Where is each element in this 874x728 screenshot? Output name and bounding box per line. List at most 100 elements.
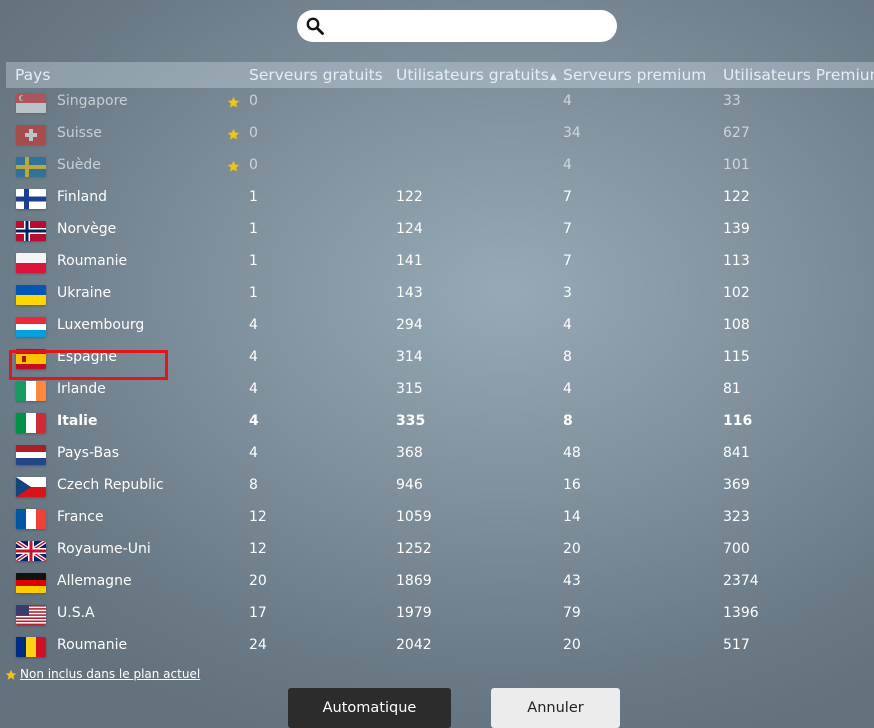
free-servers-value: 8 <box>249 477 258 493</box>
premium-users-value: 81 <box>723 381 741 397</box>
ukraine-flag-icon <box>16 285 46 305</box>
country-row[interactable]: Ukraine 1 143 3 102 <box>0 281 874 313</box>
free-servers-value: 1 <box>249 253 258 269</box>
country-row[interactable]: Czech Republic 8 946 16 369 <box>0 473 874 505</box>
column-header-premium-users[interactable]: Utilisateurs Premium <box>723 66 874 84</box>
free-servers-value: 12 <box>249 541 267 557</box>
star-icon <box>227 160 240 172</box>
country-row[interactable]: Pays-Bas 4 368 48 841 <box>0 441 874 473</box>
country-row[interactable]: Norvège 1 124 7 139 <box>0 217 874 249</box>
table-header: Pays Serveurs gratuits Utilisateurs grat… <box>6 62 874 88</box>
premium-users-value: 627 <box>723 125 750 141</box>
premium-users-value: 841 <box>723 445 750 461</box>
country-name: Finland <box>57 189 108 205</box>
free-users-value: 294 <box>396 317 423 333</box>
country-name: Irlande <box>57 381 106 397</box>
premium-servers-value: 14 <box>563 509 581 525</box>
free-servers-value: 4 <box>249 445 258 461</box>
sort-ascending-icon: ▲ <box>549 72 557 82</box>
germany-flag-icon <box>16 573 46 593</box>
country-name: Italie <box>57 413 98 429</box>
header-title-remnant <box>360 0 520 15</box>
country-row[interactable]: U.S.A 17 1979 79 1396 <box>0 601 874 633</box>
country-name: Luxembourg <box>57 317 145 333</box>
premium-servers-value: 8 <box>563 349 572 365</box>
premium-users-value: 116 <box>723 413 753 429</box>
free-servers-value: 12 <box>249 509 267 525</box>
premium-users-value: 517 <box>723 637 750 653</box>
premium-servers-value: 4 <box>563 317 572 333</box>
singapore-flag-icon <box>16 93 46 113</box>
free-users-value: 1869 <box>396 573 432 589</box>
search-icon <box>306 17 324 35</box>
uk-flag-icon <box>16 541 46 561</box>
premium-users-value: 33 <box>723 93 741 109</box>
premium-users-value: 122 <box>723 189 750 205</box>
free-users-value: 335 <box>396 413 426 429</box>
legend-link[interactable]: Non inclus dans le plan actuel <box>20 667 200 681</box>
premium-servers-value: 3 <box>563 285 572 301</box>
premium-users-value: 369 <box>723 477 750 493</box>
norway-flag-icon <box>16 221 46 241</box>
country-row[interactable]: Royaume-Uni 12 1252 20 700 <box>0 537 874 569</box>
country-name: Roumanie <box>57 637 128 653</box>
premium-servers-value: 20 <box>563 541 581 557</box>
country-name: Pays-Bas <box>57 445 120 461</box>
country-list: Singapore 0 4 33 Suisse 0 34 627 Suède 0 4 101 Finla… <box>0 89 874 665</box>
premium-servers-value: 20 <box>563 637 581 653</box>
free-servers-value: 0 <box>249 93 258 109</box>
country-row[interactable]: France 12 1059 14 323 <box>0 505 874 537</box>
free-users-value: 2042 <box>396 637 432 653</box>
country-row[interactable]: Irlande 4 315 4 81 <box>0 377 874 409</box>
column-header-free-servers[interactable]: Serveurs gratuits <box>249 66 383 84</box>
country-row[interactable]: Singapore 0 4 33 <box>0 89 874 121</box>
country-row[interactable]: Espagne 4 314 8 115 <box>0 345 874 377</box>
france-flag-icon <box>16 509 46 529</box>
search-input[interactable] <box>331 14 605 40</box>
country-name: Espagne <box>57 349 117 365</box>
free-users-value: 368 <box>396 445 423 461</box>
premium-servers-value: 43 <box>563 573 581 589</box>
premium-servers-value: 4 <box>563 93 572 109</box>
country-row[interactable]: Luxembourg 4 294 4 108 <box>0 313 874 345</box>
free-users-value: 122 <box>396 189 423 205</box>
automatic-button[interactable]: Automatique <box>288 688 451 728</box>
column-header-free-users-label: Utilisateurs gratuits <box>396 66 549 84</box>
free-users-value: 1979 <box>396 605 432 621</box>
country-row[interactable]: Italie 4 335 8 116 <box>0 409 874 441</box>
italy-flag-icon <box>16 413 46 433</box>
country-row[interactable]: Allemagne 20 1869 43 2374 <box>0 569 874 601</box>
premium-servers-value: 4 <box>563 157 572 173</box>
free-users-value: 315 <box>396 381 423 397</box>
country-row[interactable]: Roumanie 24 2042 20 517 <box>0 633 874 665</box>
country-name: Roumanie <box>57 253 128 269</box>
free-users-value: 946 <box>396 477 423 493</box>
free-users-value: 1252 <box>396 541 432 557</box>
column-header-country[interactable]: Pays <box>15 66 50 84</box>
premium-servers-value: 4 <box>563 381 572 397</box>
free-servers-value: 20 <box>249 573 267 589</box>
country-row[interactable]: Suède 0 4 101 <box>0 153 874 185</box>
column-header-premium-servers[interactable]: Serveurs premium <box>563 66 706 84</box>
free-servers-value: 4 <box>249 381 258 397</box>
country-row[interactable]: Finland 1 122 7 122 <box>0 185 874 217</box>
czech-flag-icon <box>16 477 46 497</box>
free-servers-value: 4 <box>249 349 258 365</box>
country-row[interactable]: Suisse 0 34 627 <box>0 121 874 153</box>
country-name: Royaume-Uni <box>57 541 151 557</box>
premium-users-value: 1396 <box>723 605 759 621</box>
free-servers-value: 1 <box>249 221 258 237</box>
column-header-free-users[interactable]: Utilisateurs gratuits▲ <box>396 66 557 84</box>
premium-servers-value: 16 <box>563 477 581 493</box>
star-icon <box>5 669 17 680</box>
free-servers-value: 24 <box>249 637 267 653</box>
country-name: Singapore <box>57 93 128 109</box>
country-row[interactable]: Roumanie 1 141 7 113 <box>0 249 874 281</box>
cancel-button[interactable]: Annuler <box>491 688 620 728</box>
search-box[interactable] <box>297 10 617 42</box>
free-servers-value: 0 <box>249 125 258 141</box>
free-users-value: 124 <box>396 221 423 237</box>
country-name: France <box>57 509 104 525</box>
premium-servers-value: 48 <box>563 445 581 461</box>
premium-servers-value: 8 <box>563 413 573 429</box>
